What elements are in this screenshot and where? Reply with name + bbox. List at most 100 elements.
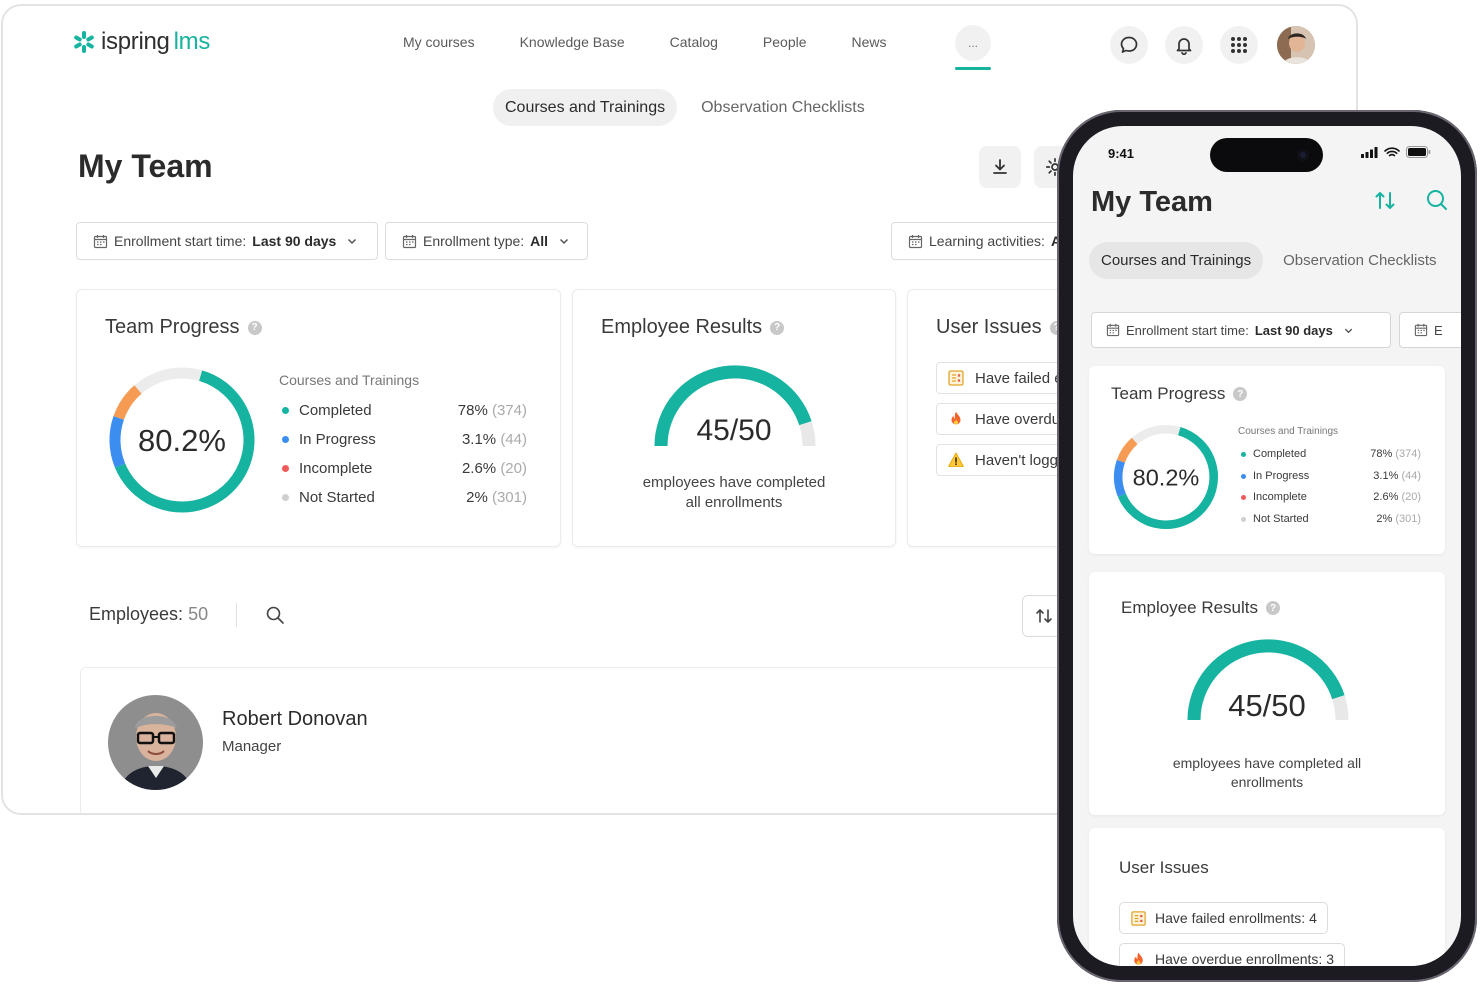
phone-legend-item-in-progress: In Progress bbox=[1241, 470, 1309, 482]
nav-more-button[interactable]: ... bbox=[955, 25, 991, 61]
phone-employee-results-value: 45/50 bbox=[1228, 688, 1306, 723]
chat-icon bbox=[1120, 36, 1138, 53]
filter-value: Last 90 days bbox=[1254, 322, 1333, 338]
user-avatar[interactable] bbox=[1277, 26, 1315, 64]
phone-legend-value-in-progress: 3.1% (44) bbox=[1373, 470, 1421, 482]
filter-value: All bbox=[530, 233, 549, 249]
legend-item-incomplete: Incomplete bbox=[282, 460, 372, 477]
phone-team-progress-title: Team Progress ? bbox=[1111, 384, 1248, 404]
status-time: 9:41 bbox=[1108, 146, 1135, 161]
phone-employee-results-card: Employee Results ? 45/50 employees have … bbox=[1089, 572, 1445, 815]
nav-news[interactable]: News bbox=[852, 34, 887, 50]
help-icon[interactable]: ? bbox=[770, 320, 785, 335]
failed-checklist-icon bbox=[1131, 910, 1146, 926]
page-title: My Team bbox=[78, 148, 213, 184]
phone-sort-button[interactable] bbox=[1373, 188, 1397, 217]
phone-user-issues-card: User Issues Have failed enrollments: 4 H… bbox=[1089, 828, 1445, 966]
download-button[interactable] bbox=[979, 146, 1021, 188]
phone-screen: 9:41 My Team Courses and Trainings Obser… bbox=[1073, 126, 1461, 966]
help-icon[interactable]: ? bbox=[247, 320, 262, 335]
calendar-icon bbox=[93, 234, 108, 248]
employee-results-value: 45/50 bbox=[696, 414, 772, 447]
ispring-logo[interactable]: ispring lms bbox=[73, 28, 210, 56]
top-navigation: My courses Knowledge Base Catalog People… bbox=[403, 34, 932, 50]
chevron-down-icon bbox=[1344, 328, 1353, 333]
battery-icon bbox=[1406, 146, 1431, 158]
search-icon bbox=[266, 606, 284, 624]
phone-legend-item-completed: Completed bbox=[1241, 448, 1306, 460]
download-icon bbox=[993, 159, 1007, 174]
legend-value-completed: 78% (374) bbox=[457, 402, 527, 419]
help-icon[interactable]: ? bbox=[1233, 387, 1248, 401]
employee-name: Robert Donovan bbox=[222, 708, 368, 730]
phone-content-tabs: Courses and Trainings Observation Checkl… bbox=[1089, 242, 1449, 279]
calendar-icon bbox=[402, 234, 417, 248]
calendar-icon bbox=[908, 234, 923, 248]
donut-segment-in-progress bbox=[109, 416, 126, 468]
chevron-down-icon bbox=[348, 238, 357, 245]
phone-legend-item-not-started: Not Started bbox=[1241, 513, 1309, 525]
wifi-icon bbox=[1384, 146, 1400, 156]
status-icons bbox=[1361, 146, 1431, 158]
user-portrait-icon bbox=[1277, 26, 1315, 64]
filter-value: Last 90 days bbox=[252, 233, 337, 249]
legend-dot bbox=[282, 465, 289, 472]
phone-issue-failed-enrollments[interactable]: Have failed enrollments: 4 bbox=[1119, 902, 1328, 934]
sort-icon bbox=[1375, 192, 1395, 209]
phone-tab-observation-checklists[interactable]: Observation Checklists bbox=[1271, 242, 1448, 279]
phone-tab-courses-and-trainings[interactable]: Courses and Trainings bbox=[1089, 242, 1264, 279]
legend-dot bbox=[282, 407, 289, 414]
help-icon[interactable]: ? bbox=[1266, 601, 1281, 615]
phone-frame: 9:41 My Team Courses and Trainings Obser… bbox=[1057, 110, 1477, 982]
phone-enrollment-start-filter[interactable]: Enrollment start time: Last 90 days bbox=[1091, 312, 1391, 348]
legend-item-completed: Completed bbox=[282, 402, 372, 419]
legend-dot bbox=[282, 494, 289, 501]
issue-not-logged-in[interactable]: Haven't logg bbox=[936, 444, 1069, 476]
phone-legend-value-incomplete: 2.6% (20) bbox=[1373, 491, 1421, 503]
legend-item-not-started: Not Started bbox=[282, 489, 375, 506]
team-progress-card: Team Progress ? 80.2% Courses and Traini… bbox=[76, 289, 561, 547]
phone-team-progress-card: Team Progress ? 80.2% Courses and Traini… bbox=[1089, 366, 1445, 554]
legend-dot bbox=[282, 436, 289, 443]
enrollment-type-filter[interactable]: Enrollment type: All bbox=[385, 222, 588, 260]
fire-icon bbox=[951, 411, 961, 425]
phone-search-button[interactable] bbox=[1425, 188, 1449, 217]
phone-employee-results-title: Employee Results ? bbox=[1121, 598, 1281, 618]
notifications-button[interactable] bbox=[1165, 26, 1203, 64]
enrollment-start-filter[interactable]: Enrollment start time: Last 90 days bbox=[76, 222, 378, 260]
bell-icon bbox=[1176, 38, 1192, 55]
filter-label: Enrollment start time: bbox=[114, 233, 247, 249]
chat-button[interactable] bbox=[1110, 26, 1148, 64]
user-issues-title: User Issues ? bbox=[936, 316, 1064, 339]
nav-people[interactable]: People bbox=[763, 34, 807, 50]
filter-label: E bbox=[1434, 322, 1443, 338]
issue-failed-enrollments[interactable]: Have failed e bbox=[936, 362, 1074, 394]
team-progress-title: Team Progress ? bbox=[105, 316, 262, 339]
warning-icon bbox=[948, 452, 964, 467]
camera-icon bbox=[1297, 149, 1309, 161]
signal-icon bbox=[1361, 146, 1378, 158]
phone-enrollment-type-filter[interactable]: E bbox=[1399, 312, 1461, 348]
employee-search-button[interactable] bbox=[265, 605, 285, 630]
dynamic-island bbox=[1210, 138, 1323, 172]
employee-card[interactable]: Robert Donovan Manager bbox=[80, 667, 1080, 813]
employee-results-caption: employees have completed all enrollments bbox=[642, 474, 826, 511]
filter-label: Enrollment type: bbox=[423, 233, 525, 249]
legend-dot bbox=[1241, 494, 1246, 500]
donut-segment-in-progress bbox=[1113, 459, 1126, 497]
search-icon bbox=[1427, 190, 1447, 210]
issue-overdue-enrollments[interactable]: Have overdu bbox=[936, 403, 1072, 435]
tab-courses-and-trainings[interactable]: Courses and Trainings bbox=[493, 89, 678, 126]
apps-button[interactable] bbox=[1220, 26, 1258, 64]
nav-knowledge-base[interactable]: Knowledge Base bbox=[520, 34, 625, 50]
nav-my-courses[interactable]: My courses bbox=[403, 34, 475, 50]
logo-asterisk-icon bbox=[73, 31, 95, 53]
tab-observation-checklists[interactable]: Observation Checklists bbox=[689, 89, 877, 126]
grid-icon bbox=[1231, 37, 1247, 53]
nav-catalog[interactable]: Catalog bbox=[670, 34, 718, 50]
donut-segment-incomplete bbox=[1116, 437, 1138, 463]
legend-dot bbox=[1241, 516, 1246, 522]
donut-center-label: 80.2% bbox=[1133, 465, 1200, 491]
failed-checklist-icon bbox=[948, 370, 964, 386]
phone-issue-overdue-enrollments[interactable]: Have overdue enrollments: 3 bbox=[1119, 943, 1345, 966]
